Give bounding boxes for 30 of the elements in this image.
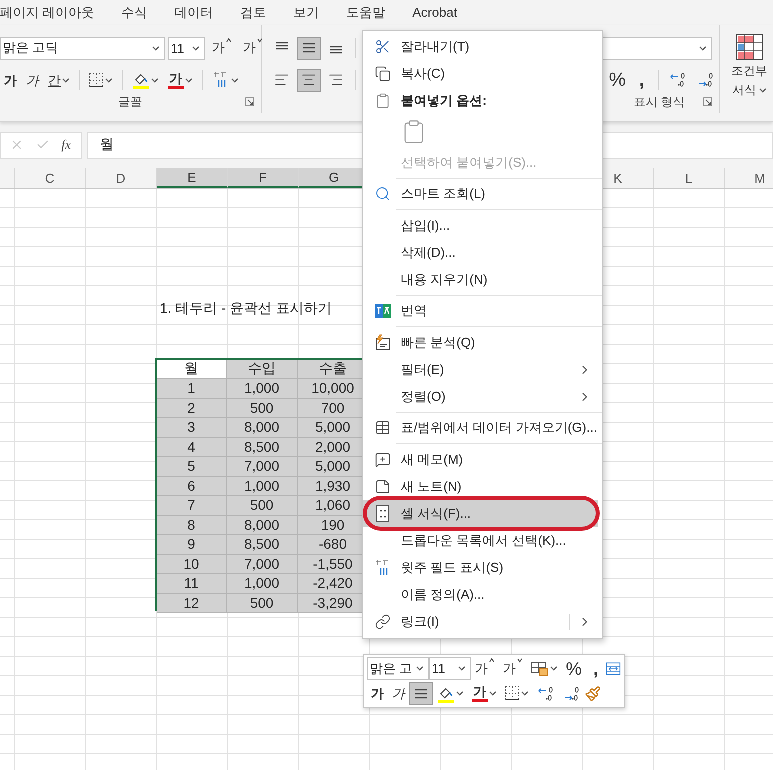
- table-cell: 8: [157, 516, 227, 535]
- table-cell: 3: [157, 418, 227, 438]
- table-header-cell: 월: [157, 360, 227, 379]
- table-cell: 1,000: [227, 476, 298, 496]
- table-cell: 8,500: [227, 535, 298, 554]
- table-cell: 8,000: [227, 516, 298, 535]
- table-cell: 4: [157, 438, 227, 457]
- table-cell: 1: [157, 379, 227, 398]
- table-cell: 8,500: [227, 438, 298, 457]
- table-cell: 7,000: [227, 554, 298, 574]
- table-cell: 2: [157, 398, 227, 418]
- table-cell: 9: [157, 535, 227, 554]
- table-cell: 1,000: [227, 379, 298, 398]
- table-cell: 500: [227, 496, 298, 516]
- table-cell: 7: [157, 496, 227, 516]
- group-label: 표시 형식: [634, 94, 686, 110]
- table-header-cell: 수입: [227, 360, 298, 379]
- table-cell: 11: [157, 574, 227, 594]
- table-cell: 5: [157, 457, 227, 476]
- table-cell: 7,000: [227, 457, 298, 476]
- table-cell: 500: [227, 594, 298, 613]
- group-label: 글꼴: [118, 94, 142, 110]
- table-cell: 12: [157, 594, 227, 613]
- table-cell: 10: [157, 554, 227, 574]
- table-cell: 1,000: [227, 574, 298, 594]
- sheet-title: 1. 테두리 - 윤곽선 표시하기: [159, 298, 332, 318]
- table-cell: 500: [227, 398, 298, 418]
- table-cell: 8,000: [227, 418, 298, 438]
- table-cell: 6: [157, 476, 227, 496]
- menu-heading: 붙여넣기 옵션:: [363, 87, 602, 114]
